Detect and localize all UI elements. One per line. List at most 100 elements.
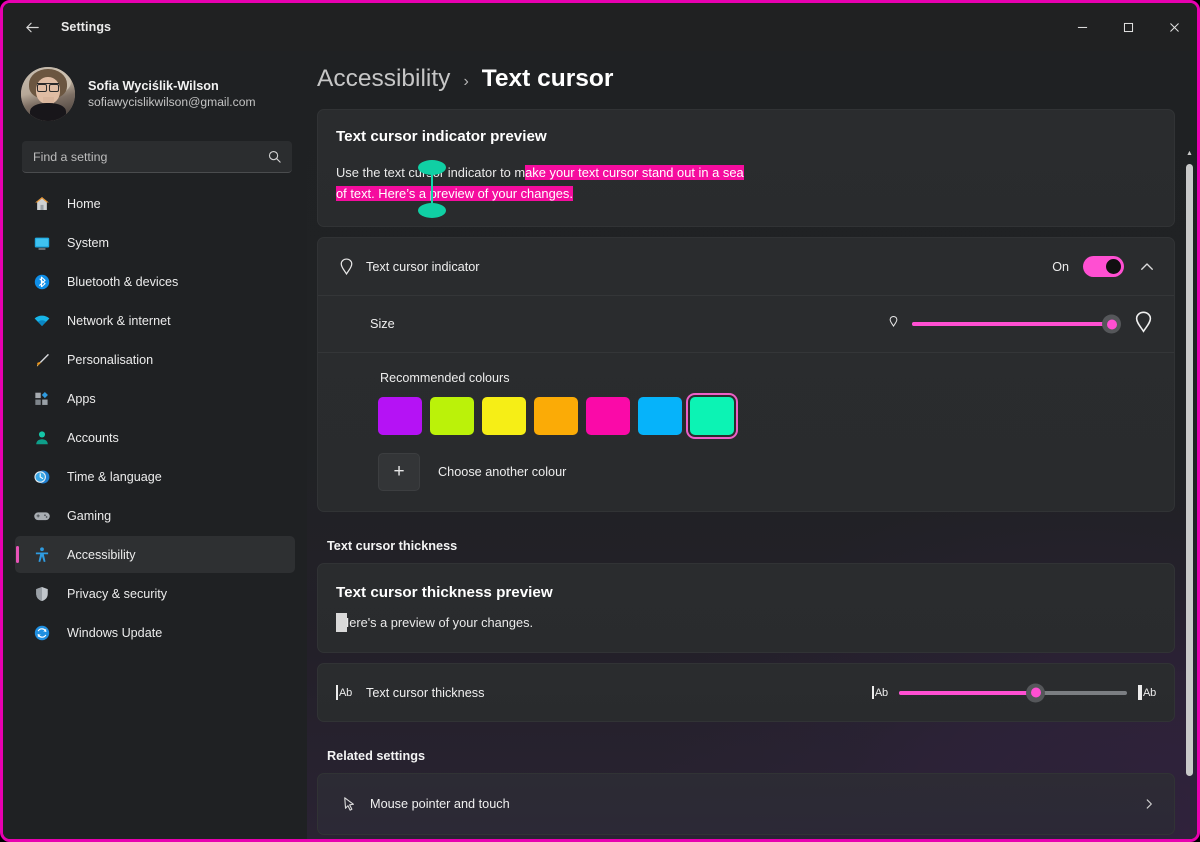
text-cursor-thickness-label: Text cursor thickness [366, 686, 484, 700]
search-input[interactable] [22, 141, 292, 173]
size-slider[interactable] [912, 322, 1120, 326]
update-icon [32, 623, 52, 643]
size-row: Size [318, 295, 1174, 352]
page-title: Text cursor [482, 65, 614, 93]
personalisation-icon [32, 350, 52, 370]
sidebar-item-windows-update[interactable]: Windows Update [15, 614, 295, 651]
sidebar-item-label: Personalisation [67, 353, 153, 367]
scroll-up-arrow[interactable]: ▲ [1186, 149, 1193, 160]
colour-swatch-spring-green[interactable] [690, 397, 734, 435]
maximize-icon [1123, 22, 1134, 33]
thickness-settings-card: Ab Text cursor thickness Ab [317, 663, 1175, 722]
sidebar-item-label: Time & language [67, 470, 162, 484]
thickness-preview-card: Text cursor thickness preview Here's a p… [317, 563, 1175, 653]
text-cursor-indicator-row[interactable]: Text cursor indicator On [318, 238, 1174, 295]
minimize-button[interactable] [1059, 3, 1105, 51]
text-cursor-thickness-header: Text cursor thickness [327, 539, 1175, 553]
home-icon [32, 194, 52, 214]
choose-another-colour-row[interactable]: + Choose another colour [378, 453, 1156, 491]
back-button[interactable] [15, 11, 49, 43]
search-box[interactable] [22, 141, 292, 173]
chevron-up-icon[interactable] [1138, 258, 1156, 276]
close-button[interactable] [1151, 3, 1197, 51]
title-bar: Settings [3, 3, 1197, 51]
choose-another-colour-label: Choose another colour [438, 465, 566, 479]
time-icon [32, 467, 52, 487]
close-icon [1169, 22, 1180, 33]
sidebar-item-label: System [67, 236, 109, 250]
indicator-preview-card: Text cursor indicator preview Use the te… [317, 109, 1175, 227]
sidebar-item-system[interactable]: System [15, 224, 295, 261]
sidebar-item-accessibility[interactable]: Accessibility [15, 536, 295, 573]
maximize-button[interactable] [1105, 3, 1151, 51]
minimize-icon [1077, 22, 1088, 33]
breadcrumb-parent[interactable]: Accessibility [317, 65, 450, 93]
colour-swatch-chartreuse[interactable] [430, 397, 474, 435]
indicator-preview-text: Use the text cursor indicator to make yo… [336, 162, 788, 204]
sidebar-item-network[interactable]: Network & internet [15, 302, 295, 339]
settings-scroll-area: Text cursor indicator preview Use the te… [307, 109, 1200, 842]
sidebar-item-label: Home [67, 197, 101, 211]
content-scrollbar[interactable]: ▲ ▼ [1182, 149, 1197, 842]
colour-swatch-cyan[interactable] [638, 397, 682, 435]
recommended-colours-title: Recommended colours [380, 371, 1156, 385]
large-indicator-icon [1131, 309, 1156, 339]
thick-cursor-icon: Ab [1138, 685, 1156, 700]
thickness-preview-title: Text cursor thickness preview [336, 584, 1152, 601]
sidebar: Sofia Wyciślik-Wilson sofiawycislikwilso… [3, 51, 307, 842]
network-icon [32, 311, 52, 331]
plus-icon[interactable]: + [378, 453, 420, 491]
account-email: sofiawycislikwilson@gmail.com [88, 95, 256, 109]
text-cursor-indicator-toggle[interactable] [1083, 256, 1124, 277]
colour-swatch-row [378, 397, 1156, 435]
accessibility-icon [32, 545, 52, 565]
preview-text-highlight-1: ake your text cursor stand out in a sea [525, 165, 744, 180]
avatar [21, 67, 75, 121]
accounts-icon [32, 428, 52, 448]
thickness-preview-string: Here's a preview of your changes. [340, 615, 533, 630]
thickness-preview-text: Here's a preview of your changes. [336, 615, 1152, 630]
back-arrow-icon [24, 19, 41, 36]
chevron-right-icon [1142, 797, 1156, 811]
sidebar-item-bluetooth[interactable]: Bluetooth & devices [15, 263, 295, 300]
account-block[interactable]: Sofia Wyciślik-Wilson sofiawycislikwilso… [13, 51, 297, 125]
system-icon [32, 233, 52, 253]
colour-swatch-purple[interactable] [378, 397, 422, 435]
window-controls [1059, 3, 1197, 51]
breadcrumb: Accessibility › Text cursor [307, 51, 1200, 93]
colour-swatch-magenta[interactable] [586, 397, 630, 435]
thin-cursor-icon: Ab [872, 686, 888, 699]
recommended-colours-area: Recommended colours + Choose another col… [318, 352, 1174, 511]
indicator-settings-card: Text cursor indicator On Size [317, 237, 1175, 512]
text-cursor-indicator-label: Text cursor indicator [366, 260, 480, 274]
size-label: Size [370, 317, 395, 331]
sidebar-item-label: Gaming [67, 509, 111, 523]
scrollbar-thumb[interactable] [1186, 164, 1193, 776]
sidebar-item-label: Accessibility [67, 548, 136, 562]
settings-window: Settings [0, 0, 1200, 842]
sidebar-item-accounts[interactable]: Accounts [15, 419, 295, 456]
toggle-state-label: On [1052, 260, 1069, 274]
text-cursor-thickness-row: Ab Text cursor thickness Ab [318, 664, 1174, 721]
scrollbar-track[interactable] [1182, 160, 1197, 842]
mouse-pointer-and-touch-row[interactable]: Mouse pointer and touch [318, 774, 1174, 834]
preview-text-highlight-2: of text. Here’s a preview of your change… [336, 186, 573, 201]
breadcrumb-separator: › [463, 73, 468, 91]
sidebar-item-home[interactable]: Home [15, 185, 295, 222]
text-cursor-indicator-preview [431, 169, 433, 209]
privacy-icon [32, 584, 52, 604]
sidebar-nav: Home System [13, 185, 297, 651]
mouse-pointer-and-touch-label: Mouse pointer and touch [370, 797, 510, 811]
sidebar-item-apps[interactable]: Apps [15, 380, 295, 417]
indicator-preview-title: Text cursor indicator preview [336, 128, 1152, 145]
sidebar-item-label: Windows Update [67, 626, 162, 640]
colour-swatch-yellow[interactable] [482, 397, 526, 435]
sidebar-item-time[interactable]: Time & language [15, 458, 295, 495]
content-area: Accessibility › Text cursor Text cursor … [307, 51, 1200, 842]
sidebar-item-personalisation[interactable]: Personalisation [15, 341, 295, 378]
sidebar-item-privacy[interactable]: Privacy & security [15, 575, 295, 612]
thickness-slider[interactable] [899, 691, 1127, 695]
sidebar-item-gaming[interactable]: Gaming [15, 497, 295, 534]
gaming-icon [32, 506, 52, 526]
colour-swatch-orange[interactable] [534, 397, 578, 435]
